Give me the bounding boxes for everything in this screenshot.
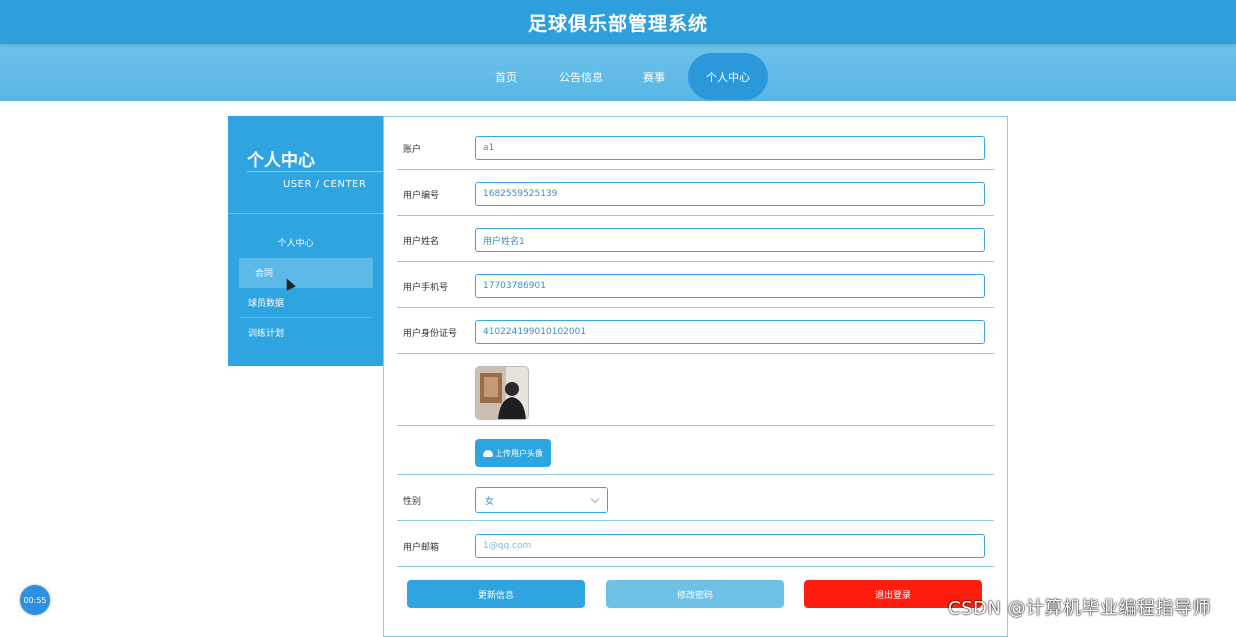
top-header-bar: 足球俱乐部管理系统 (0, 0, 1236, 44)
gender-label: 性别 (403, 497, 422, 507)
nav-home[interactable]: 首页 (481, 53, 531, 100)
cloud-upload-icon (483, 449, 493, 457)
id-number-label: 用户身份证号 (403, 329, 458, 339)
nav-announcements[interactable]: 公告信息 (550, 53, 612, 100)
row-divider (397, 169, 994, 170)
row-divider (397, 215, 994, 216)
email-label: 用户邮箱 (403, 543, 440, 553)
sidebar-item-contract[interactable]: 合同 (239, 258, 373, 287)
sidebar-divider (228, 213, 383, 214)
user-name-label: 用户姓名 (403, 237, 440, 247)
user-name-input[interactable] (475, 228, 985, 252)
id-number-input[interactable] (475, 320, 985, 344)
row-divider (397, 261, 994, 262)
gender-select[interactable]: 女 (475, 487, 608, 513)
nav-matches[interactable]: 赛事 (630, 53, 678, 100)
phone-label: 用户手机号 (403, 283, 449, 293)
account-label: 账户 (403, 145, 422, 155)
panel-border (383, 116, 1007, 117)
sidebar-heading: 个人中心 (277, 239, 314, 249)
upload-avatar-button[interactable]: 上传用户头像 (475, 439, 551, 467)
user-number-input[interactable] (475, 182, 985, 206)
row-divider (397, 307, 994, 308)
email-input[interactable] (475, 534, 985, 558)
account-input[interactable] (475, 136, 985, 160)
sidebar-title: 个人中心 (247, 151, 315, 171)
row-divider (397, 520, 994, 521)
row-divider (397, 425, 994, 426)
user-number-label: 用户编号 (403, 191, 440, 201)
sidebar-item-training-plan[interactable]: 训练计划 (248, 318, 373, 347)
recording-timer-badge: 00:55 (20, 585, 50, 615)
change-password-button[interactable]: 修改密码 (606, 580, 784, 608)
update-info-button[interactable]: 更新信息 (407, 580, 585, 608)
sidebar: 个人中心 USER / CENTER 个人中心 合同 球员数据 训练计划 (228, 116, 383, 366)
nav-personal-center[interactable]: 个人中心 (688, 53, 768, 100)
gender-value: 女 (485, 496, 495, 507)
upload-avatar-label: 上传用户头像 (495, 448, 543, 458)
sidebar-subtitle: USER / CENTER (283, 179, 367, 190)
row-divider (397, 474, 994, 475)
phone-input[interactable] (475, 274, 985, 298)
row-divider (397, 353, 994, 354)
avatar-image (475, 366, 529, 420)
main-nav: 首页 公告信息 赛事 个人中心 (0, 44, 1236, 101)
watermark-text: CSDN @计算机毕业编程指导师 (948, 598, 1212, 619)
sidebar-item-player-data[interactable]: 球员数据 (248, 288, 373, 317)
site-title: 足球俱乐部管理系统 (527, 12, 708, 35)
chevron-down-icon (590, 494, 600, 504)
sidebar-divider (247, 171, 383, 172)
row-divider (397, 566, 994, 567)
